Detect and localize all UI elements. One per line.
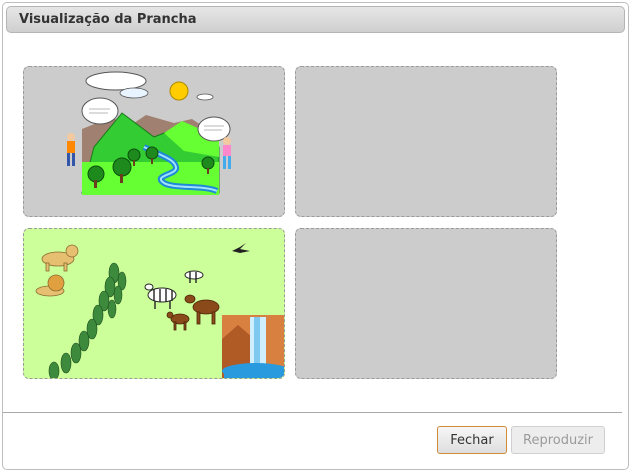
board-cell-1[interactable] <box>23 66 285 217</box>
mountain-landscape-image <box>67 71 231 195</box>
board-cell-3[interactable] <box>23 228 285 379</box>
dialog-titlebar: Visualização da Prancha <box>6 6 625 33</box>
board-cell-4[interactable] <box>295 228 557 379</box>
dialog-title: Visualização da Prancha <box>19 12 197 27</box>
close-button[interactable]: Fechar <box>437 426 507 454</box>
savanna-animals-image <box>35 243 284 378</box>
footer-divider <box>3 412 622 413</box>
board-cell-2[interactable] <box>295 66 557 217</box>
play-button[interactable]: Reproduzir <box>511 426 605 454</box>
